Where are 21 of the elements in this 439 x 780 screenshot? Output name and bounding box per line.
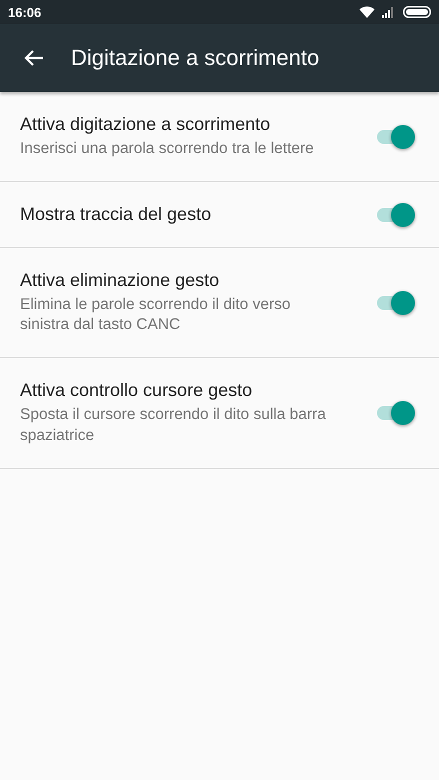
setting-summary: Inserisci una parola scorrendo tra le lettere xyxy=(20,139,315,159)
battery-icon xyxy=(403,6,431,18)
wifi-icon xyxy=(359,6,375,18)
toggle-switch[interactable] xyxy=(375,124,415,150)
setting-row[interactable]: Attiva eliminazione gesto Elimina le parole scorrendo il dito verso sinistra dal tasto CANC xyxy=(0,248,439,358)
setting-row[interactable]: Attiva controllo cursore gesto Sposta il cursore scorrendo il dito sulla barra spaziatrice xyxy=(0,358,439,469)
clock: 16:06 xyxy=(8,4,42,20)
setting-row[interactable]: Attiva digitazione a scorrimento Inserisci una parola scorrendo tra le lettere xyxy=(0,92,439,182)
setting-summary: Elimina le parole scorrendo il dito verso sinistra dal tasto CANC xyxy=(20,295,292,336)
setting-row[interactable]: Mostra traccia del gesto xyxy=(0,182,439,248)
setting-title: Attiva controllo cursore gesto xyxy=(20,380,254,402)
signal-icon xyxy=(382,6,396,18)
back-arrow-icon[interactable] xyxy=(24,48,44,68)
toggle-switch[interactable] xyxy=(375,290,415,316)
toggle-switch[interactable] xyxy=(375,202,415,228)
setting-summary: Sposta il cursore scorrendo il dito sulla barra spaziatrice xyxy=(20,405,327,446)
setting-title: Mostra traccia del gesto xyxy=(20,204,212,226)
setting-title: Attiva digitazione a scorrimento xyxy=(20,114,272,135)
screen-title: Digitazione a scorrimento xyxy=(71,45,320,71)
toggle-switch[interactable] xyxy=(375,400,415,426)
setting-title: Attiva eliminazione gesto xyxy=(20,270,220,292)
